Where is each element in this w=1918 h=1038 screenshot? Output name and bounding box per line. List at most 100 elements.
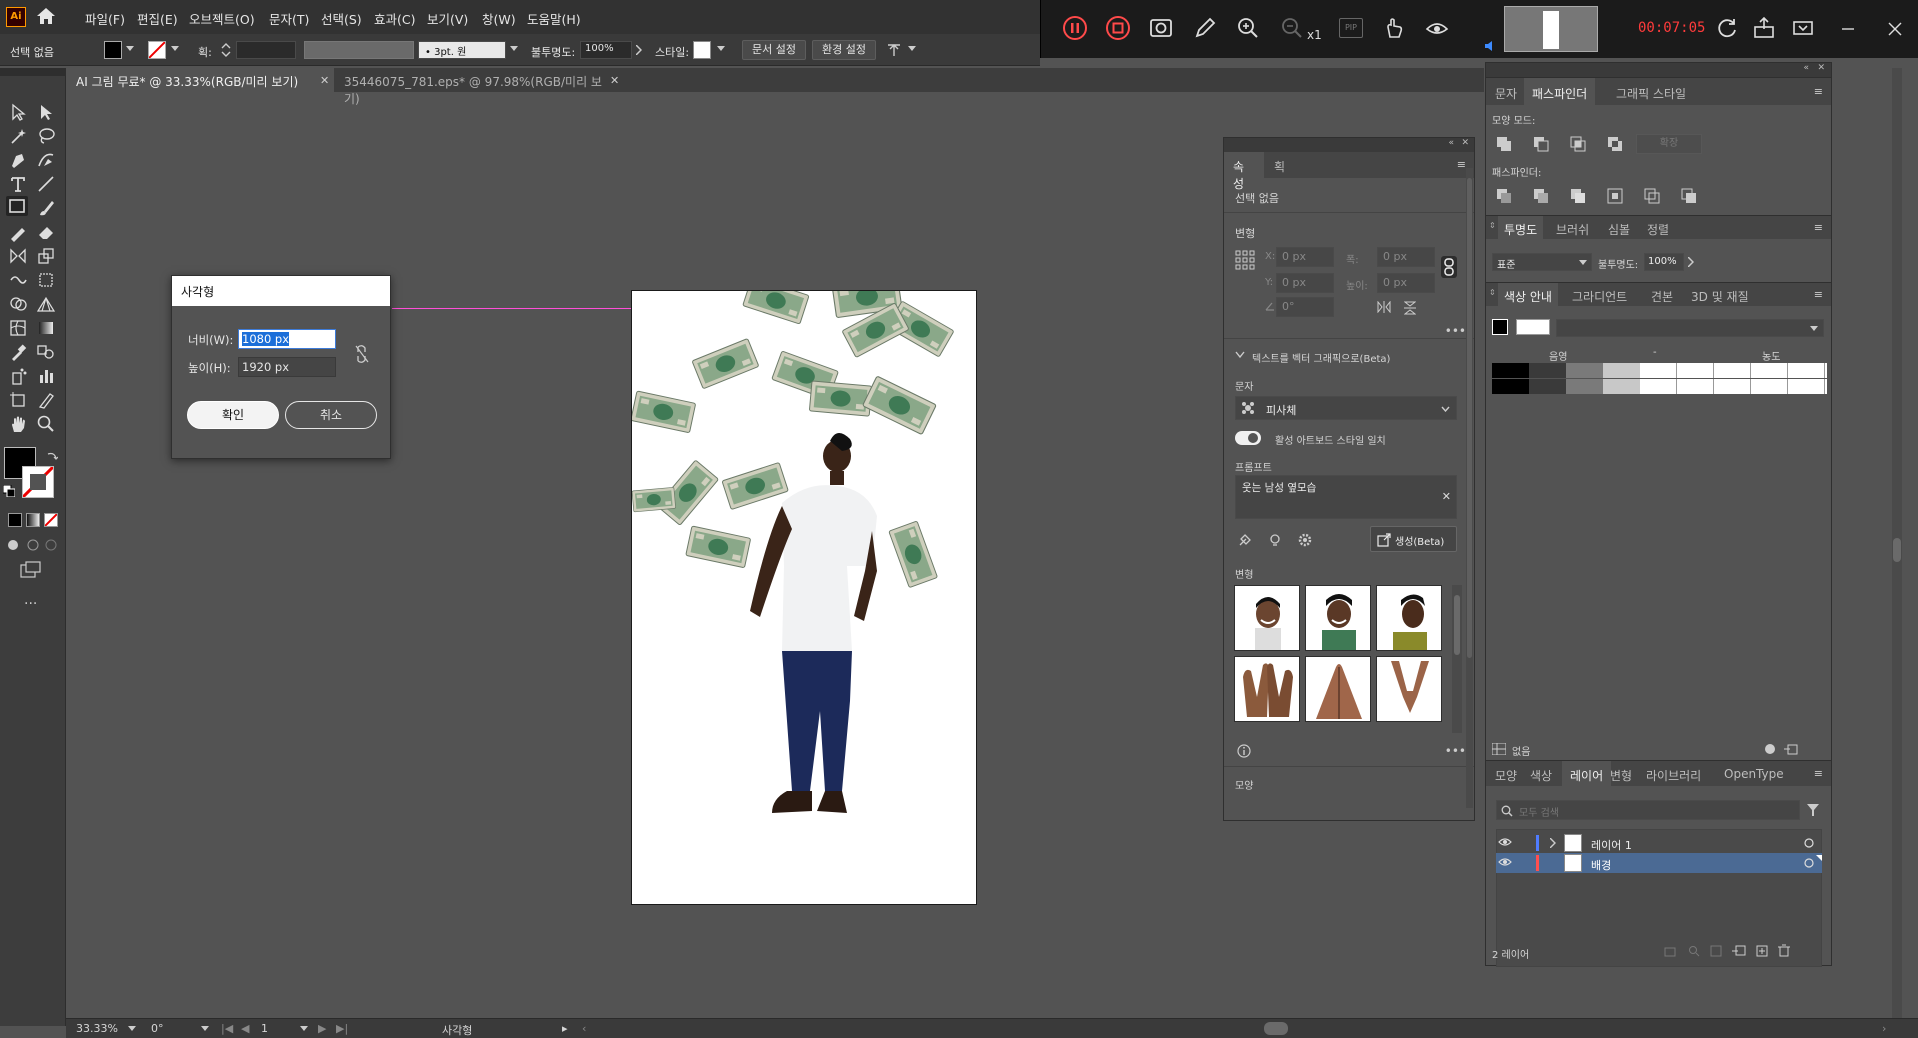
- tab-opentype[interactable]: OpenType: [1724, 767, 1784, 781]
- variation-thumbnail[interactable]: [1376, 656, 1442, 722]
- horizontal-scroll-thumb[interactable]: [1264, 1022, 1288, 1035]
- minus-front-icon[interactable]: [1533, 136, 1549, 152]
- chevron-down-icon[interactable]: [128, 1026, 136, 1032]
- close-icon[interactable]: ✕: [1461, 138, 1469, 148]
- tab-document-2[interactable]: 35446075_781.eps* @ 97.98%(RGB/미리 보기) ✕: [334, 68, 624, 106]
- minimize-icon[interactable]: [1841, 22, 1855, 36]
- camera-icon[interactable]: [1148, 15, 1174, 41]
- locate-object-icon[interactable]: [1688, 945, 1700, 957]
- zoom-tool-icon[interactable]: [36, 414, 58, 434]
- variation-thumbnail[interactable]: [1305, 656, 1371, 722]
- pen-tool-icon[interactable]: [8, 150, 30, 170]
- layer-row[interactable]: 레이어 1: [1496, 833, 1822, 853]
- swatch[interactable]: [1529, 379, 1566, 394]
- hand-tool-icon[interactable]: [8, 414, 30, 434]
- collect-export-icon[interactable]: [1664, 945, 1678, 957]
- pip-button[interactable]: PIP: [1339, 18, 1363, 38]
- angle-input[interactable]: 0°: [1276, 297, 1334, 317]
- direct-selection-tool-icon[interactable]: [36, 102, 58, 122]
- chevron-right-icon[interactable]: ▸: [562, 1022, 568, 1035]
- clear-icon[interactable]: ✕: [1442, 490, 1451, 503]
- artboard-number[interactable]: 1: [261, 1022, 268, 1035]
- pencil-icon[interactable]: [1192, 15, 1218, 41]
- color-wheel-icon[interactable]: [1764, 743, 1776, 755]
- variations-scrollbar[interactable]: [1452, 585, 1462, 733]
- tab-transparency[interactable]: 투명도: [1498, 216, 1544, 240]
- base-color-swatch[interactable]: [1492, 319, 1508, 335]
- tab-brushes[interactable]: 브러쉬: [1556, 221, 1589, 238]
- scroll-right-icon[interactable]: ›: [1882, 1022, 1886, 1035]
- tab-color-guide[interactable]: 색상 안내: [1498, 283, 1558, 307]
- generate-button[interactable]: 생성(Beta): [1370, 526, 1457, 552]
- stop-icon[interactable]: [1105, 15, 1131, 41]
- layer-row-selected[interactable]: 배경: [1496, 853, 1822, 873]
- style-picker-icon[interactable]: [1237, 532, 1253, 548]
- tab-graphic-styles[interactable]: 그래픽 스타일: [1616, 85, 1686, 102]
- blend-tool-icon[interactable]: [36, 342, 58, 362]
- chevron-down-icon[interactable]: [717, 46, 725, 52]
- info-icon[interactable]: [1237, 744, 1251, 758]
- tab-symbols[interactable]: 심볼: [1608, 221, 1630, 238]
- harmony-colors-swatch[interactable]: [1516, 319, 1550, 335]
- menu-object[interactable]: 오브젝트(O): [189, 9, 255, 28]
- tab-stroke[interactable]: 획: [1274, 158, 1285, 175]
- scale-tool-icon[interactable]: [36, 246, 58, 266]
- rotate-tool-icon[interactable]: [8, 246, 30, 266]
- type-select[interactable]: 피사체: [1235, 396, 1457, 420]
- magic-wand-tool-icon[interactable]: [8, 126, 30, 146]
- draw-inside-icon[interactable]: [44, 538, 58, 552]
- reference-point-icon[interactable]: [1235, 250, 1255, 270]
- tab-color[interactable]: 색상: [1530, 767, 1552, 784]
- color-mode-icon[interactable]: [8, 513, 22, 527]
- paintbrush-tool-icon[interactable]: [36, 198, 58, 218]
- free-transform-tool-icon[interactable]: [36, 270, 58, 290]
- swatch[interactable]: [1492, 379, 1529, 394]
- crop-icon[interactable]: [1607, 188, 1623, 204]
- zoom-in-icon[interactable]: [1235, 15, 1261, 41]
- flip-horizontal-icon[interactable]: [1377, 301, 1391, 313]
- flip-vertical-icon[interactable]: [1404, 301, 1416, 315]
- tab-character[interactable]: 문자: [1495, 85, 1517, 102]
- height-input[interactable]: 1920 px: [238, 357, 336, 377]
- panel-grip[interactable]: « ✕: [1486, 63, 1831, 77]
- lasso-tool-icon[interactable]: [36, 126, 58, 146]
- panel-menu-icon[interactable]: ≡: [1814, 221, 1823, 234]
- harmony-rules-select[interactable]: [1556, 319, 1824, 337]
- preferences-button[interactable]: 환경 설정: [812, 40, 876, 60]
- match-style-toggle[interactable]: [1235, 431, 1261, 445]
- minus-back-icon[interactable]: [1681, 188, 1697, 204]
- panel-menu-icon[interactable]: ≡: [1814, 288, 1823, 301]
- last-artboard-icon[interactable]: ▶|: [336, 1022, 348, 1035]
- h-input[interactable]: 0 px: [1377, 273, 1435, 293]
- rectangle-tool-icon[interactable]: [6, 196, 28, 216]
- stroke-swatch[interactable]: [148, 41, 166, 59]
- zoom-out-icon[interactable]: [1279, 15, 1305, 41]
- ok-button[interactable]: 확인: [187, 401, 279, 429]
- tab-libraries[interactable]: 라이브러리: [1646, 767, 1701, 784]
- swatch[interactable]: [1566, 363, 1603, 378]
- chevron-right-icon[interactable]: [636, 45, 642, 55]
- default-colors-icon[interactable]: [3, 485, 15, 497]
- constrain-proportions-icon[interactable]: [355, 345, 369, 363]
- graphic-style-swatch[interactable]: [693, 41, 711, 59]
- first-artboard-icon[interactable]: |◀: [221, 1022, 233, 1035]
- symbol-sprayer-tool-icon[interactable]: [8, 366, 30, 386]
- tab-pathfinder[interactable]: 패스파인더: [1524, 78, 1596, 106]
- draw-behind-icon[interactable]: [26, 538, 40, 552]
- filter-icon[interactable]: [1806, 803, 1820, 817]
- delete-icon[interactable]: [1778, 944, 1790, 957]
- collapse-arrows-icon[interactable]: ⇕: [1489, 288, 1496, 297]
- gradient-tool-icon[interactable]: [36, 318, 58, 338]
- new-sublayer-icon[interactable]: [1732, 945, 1746, 957]
- swatch-row[interactable]: [1640, 379, 1827, 394]
- trim-icon[interactable]: [1533, 188, 1549, 204]
- tab-layers[interactable]: 레이어: [1562, 761, 1612, 787]
- preview-thumbnail[interactable]: [1504, 6, 1598, 52]
- type-tool-icon[interactable]: [8, 174, 30, 194]
- panel-menu-icon[interactable]: ≡: [1814, 767, 1823, 780]
- panel-grip[interactable]: « ✕: [1224, 138, 1474, 152]
- document-setup-button[interactable]: 문서 설정: [742, 40, 806, 60]
- rotation-angle[interactable]: 0°: [151, 1022, 164, 1035]
- y-input[interactable]: 0 px: [1276, 273, 1334, 293]
- collapse-icon[interactable]: «: [1448, 138, 1454, 148]
